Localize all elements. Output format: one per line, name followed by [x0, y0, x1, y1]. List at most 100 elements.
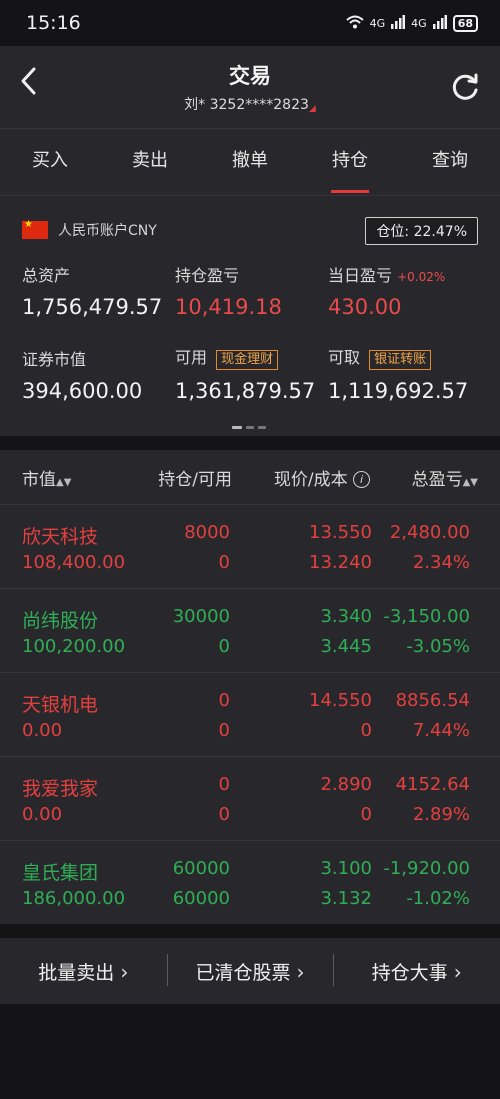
total-assets-label: 总资产 — [22, 266, 71, 285]
available-qty: 0 — [218, 720, 230, 741]
holding-row[interactable]: 欣天科技 8000 13.550 2,480.00 108,400.00 0 1… — [0, 505, 500, 589]
pnl-percent: 2.34% — [412, 552, 470, 573]
stock-name: 天银机电 — [22, 694, 99, 716]
col-qty: 持仓/可用 — [158, 469, 232, 490]
holding-qty: 30000 — [172, 606, 230, 627]
account-id: 刘* 3252****2823 — [184, 97, 309, 113]
stock-name: 欣天科技 — [22, 526, 99, 548]
cost-price: 13.240 — [309, 552, 372, 573]
holding-qty: 8000 — [184, 522, 230, 543]
page-dot — [246, 426, 254, 429]
holding-row[interactable]: 我爱我家 0 2.890 4152.64 0.00 0 0 2.89% — [0, 757, 500, 841]
daily-pnl-percent: +0.02% — [397, 270, 446, 284]
market-value-value: 394,600.00 — [22, 379, 143, 403]
holding-pnl: 持仓盈亏 10,419.18 — [175, 262, 282, 319]
pnl-percent: 7.44% — [412, 720, 470, 741]
refresh-icon[interactable] — [448, 70, 482, 104]
tab-query[interactable]: 查询 — [400, 129, 500, 195]
available-funds: 可用 现金理财 1,361,879.57 — [175, 344, 315, 403]
market-value-label: 证券市值 — [22, 350, 87, 369]
page-dot — [258, 426, 266, 429]
chevron-right-icon: › — [120, 959, 129, 984]
tab-buy[interactable]: 买入 — [0, 129, 100, 195]
available-label-row: 可用 现金理财 — [175, 344, 315, 370]
current-price: 3.340 — [320, 606, 372, 627]
pnl-percent: -3.05% — [406, 636, 470, 657]
signal-icon — [432, 14, 447, 32]
stock-market-value: 108,400.00 — [22, 552, 126, 573]
available-qty: 0 — [218, 636, 230, 657]
cost-price: 0 — [360, 720, 372, 741]
china-flag-icon — [22, 219, 48, 239]
account-name: 人民币账户CNY — [58, 223, 157, 239]
withdrawable-label: 可取 — [328, 348, 361, 367]
holding-events-button[interactable]: 持仓大事 › — [333, 953, 500, 986]
account-header: 人民币账户CNY — [22, 219, 157, 240]
cleared-stocks-label: 已清仓股票 — [195, 961, 291, 984]
col-price-label: 现价/成本 — [273, 469, 348, 490]
col-pnl[interactable]: 总盈亏▲▼ — [370, 465, 478, 490]
available-value: 1,361,879.57 — [175, 379, 316, 403]
tab-sell[interactable]: 卖出 — [100, 129, 200, 195]
chevron-right-icon: › — [296, 959, 305, 984]
batch-sell-label: 批量卖出 — [38, 961, 115, 984]
header: 交易 刘* 3252****2823◢ — [0, 46, 500, 128]
col-pnl-label: 总盈亏 — [411, 469, 463, 490]
holding-row[interactable]: 皇氏集团 60000 3.100 -1,920.00 186,000.00 60… — [0, 841, 500, 924]
daily-pnl-label-row: 当日盈亏 +0.02% — [328, 262, 445, 286]
cleared-stocks-button[interactable]: 已清仓股票 › — [166, 953, 334, 986]
cash-management-button[interactable]: 现金理财 — [216, 350, 279, 370]
total-pnl: 2,480.00 — [389, 522, 470, 543]
stock-name: 皇氏集团 — [22, 862, 99, 884]
stock-market-value: 186,000.00 — [22, 888, 126, 909]
page-indicator — [232, 426, 266, 429]
holding-pnl-value: 10,419.18 — [175, 295, 282, 319]
daily-pnl: 当日盈亏 +0.02% 430.00 — [328, 262, 445, 319]
bottom-actions: 批量卖出 › 已清仓股票 › 持仓大事 › — [0, 938, 500, 1004]
holding-row[interactable]: 天银机电 0 14.550 8856.54 0.00 0 0 7.44% — [0, 673, 500, 757]
account-subtitle[interactable]: 刘* 3252****2823◢ — [0, 94, 500, 114]
stock-market-value: 100,200.00 — [22, 636, 126, 657]
dropdown-triangle-icon: ◢ — [308, 104, 316, 114]
current-price: 13.550 — [309, 522, 372, 543]
holding-row[interactable]: 尚纬股份 30000 3.340 -3,150.00 100,200.00 0 … — [0, 589, 500, 673]
tab-cancel[interactable]: 撤单 — [200, 129, 300, 195]
cost-price: 0 — [360, 804, 372, 825]
stock-name: 我爱我家 — [22, 778, 99, 800]
signal-icon — [391, 14, 406, 32]
holding-qty: 60000 — [172, 858, 230, 879]
holding-pnl-label: 持仓盈亏 — [175, 266, 240, 285]
network-label-2: 4G — [411, 16, 427, 30]
info-icon[interactable]: i — [353, 470, 370, 488]
status-time: 15:16 — [26, 12, 81, 34]
total-assets: 总资产 1,756,479.57 — [22, 262, 162, 319]
holding-qty: 0 — [218, 690, 230, 711]
holdings-table: 市值▲▼ 持仓/可用 现价/成本 i 总盈亏▲▼ 欣天科技 8000 13.55… — [0, 450, 500, 924]
batch-sell-button[interactable]: 批量卖出 › — [0, 958, 167, 985]
cost-price: 3.445 — [320, 636, 372, 657]
current-price: 2.890 — [320, 774, 372, 795]
stock-market-value: 0.00 — [22, 720, 63, 741]
stock-market-value: 0.00 — [22, 804, 63, 825]
sort-icon: ▲▼ — [56, 476, 72, 488]
total-pnl: 8856.54 — [395, 690, 470, 711]
total-pnl: -1,920.00 — [383, 858, 470, 879]
battery-icon: 68 — [452, 14, 478, 32]
wifi-icon — [345, 15, 364, 32]
tab-holdings[interactable]: 持仓 — [300, 129, 400, 195]
available-qty: 60000 — [172, 888, 230, 909]
position-label: 仓位: — [376, 224, 410, 240]
page-dot — [232, 426, 242, 429]
bank-transfer-button[interactable]: 银证转账 — [369, 350, 432, 370]
pnl-percent: -1.02% — [406, 888, 470, 909]
stock-name: 尚纬股份 — [22, 610, 99, 632]
pnl-percent: 2.89% — [412, 804, 470, 825]
holdings-table-header: 市值▲▼ 持仓/可用 现价/成本 i 总盈亏▲▼ — [0, 450, 500, 505]
cost-price: 3.132 — [320, 888, 372, 909]
col-market-value[interactable]: 市值▲▼ — [22, 465, 142, 490]
sort-icon: ▲▼ — [462, 476, 478, 488]
available-qty: 0 — [218, 804, 230, 825]
chevron-right-icon: › — [453, 959, 462, 984]
status-icons: 4G 4G 68 — [345, 14, 478, 32]
status-bar: 15:16 4G 4G 68 — [0, 0, 500, 46]
